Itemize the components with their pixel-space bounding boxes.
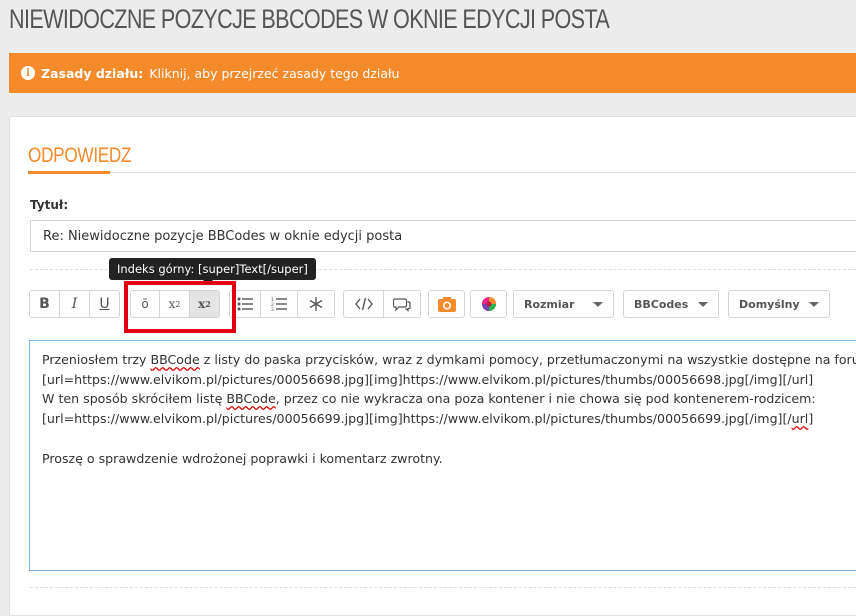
bold-label: B	[39, 296, 50, 312]
superscript-index: 2	[205, 299, 211, 309]
forum-rules-bar[interactable]: i Zasady działu: Kliknij, aby przejrzeć …	[9, 53, 856, 93]
superscript-label: x	[198, 297, 206, 311]
editor-line: Przeniosłem trzy BBCode z listy do paska…	[42, 350, 856, 370]
title-input[interactable]: Re: Niewidoczne pozycje BBCodes w oknie …	[30, 220, 856, 252]
page-title: NIEWIDOCZNE POZYCJE BBCODES W OKNIE EDYC…	[9, 4, 610, 34]
bold-button[interactable]: B	[29, 290, 60, 318]
title-input-value: Re: Niewidoczne pozycje BBCodes w oknie …	[43, 228, 403, 244]
editor-line: [url=https://www.elvikom.pl/pictures/000…	[42, 409, 856, 429]
bullet-list-icon	[237, 297, 253, 311]
quote-icon	[393, 297, 411, 312]
editor-text: z listy do paska przycisków, wraz z dymk…	[199, 352, 856, 367]
misspelled-word: url	[791, 411, 809, 427]
editor-line: W ten sposób skróciłem listę BBCode, prz…	[42, 389, 856, 409]
format-button-group: B I U	[29, 290, 120, 318]
code-icon	[354, 297, 373, 311]
overline-button[interactable]: ō	[130, 290, 160, 318]
superscript-tooltip: Indeks górny: [super]Text[/super]	[109, 258, 316, 285]
bullet-list-button[interactable]	[229, 290, 261, 318]
editor-blank-line	[42, 429, 856, 449]
underline-button[interactable]: U	[89, 290, 120, 318]
editor-line: Proszę o sprawdzenie wdrożonej poprawki …	[42, 450, 443, 466]
numbered-list-button[interactable]: 123	[260, 290, 298, 318]
misspelled-word: BBCode	[226, 391, 276, 407]
code-button[interactable]	[343, 290, 384, 318]
font-dropdown-label: Domyślny	[739, 297, 800, 311]
color-button-group	[470, 290, 507, 318]
heading-divider	[28, 172, 856, 173]
bbcodes-dropdown-label: BBCodes	[634, 297, 689, 311]
chevron-down-icon	[809, 302, 819, 307]
underline-label: U	[99, 296, 110, 312]
editor-line: [url=https://www.elvikom.pl/pictures/000…	[42, 371, 814, 387]
list-button-group: 123	[229, 290, 335, 318]
quote-button[interactable]	[383, 290, 421, 318]
editor-text: W ten sposób skróciłem listę	[42, 391, 227, 407]
rules-label: Zasady działu:	[41, 65, 144, 81]
numbered-list-icon: 123	[271, 297, 287, 311]
image-upload-button[interactable]	[428, 290, 465, 318]
message-editor[interactable]: Przeniosłem trzy BBCode z listy do paska…	[29, 340, 856, 571]
info-icon: i	[21, 66, 35, 80]
subscript-button[interactable]: x2	[159, 290, 190, 318]
editor-text: Przeniosłem trzy	[42, 352, 151, 367]
camera-icon	[437, 296, 456, 312]
index-button-group: ō x2 x2	[130, 290, 220, 318]
editor-text: , przez co nie wykracza ona poza kontene…	[275, 391, 816, 407]
asterisk-icon	[309, 297, 323, 311]
separator	[30, 587, 856, 588]
italic-button[interactable]: I	[59, 290, 90, 318]
color-button[interactable]	[470, 290, 507, 318]
overline-label: ō	[141, 297, 149, 311]
rules-link[interactable]: Kliknij, aby przejrzeć zasady tego dział…	[149, 66, 399, 81]
svg-text:3: 3	[271, 307, 274, 311]
misspelled-word: BBCode	[150, 352, 200, 367]
list-item-button[interactable]	[297, 290, 335, 318]
subscript-label: x	[168, 297, 176, 311]
reply-heading: ODPOWIEDZ	[28, 144, 132, 167]
editor-text: [url=https://www.elvikom.pl/pictures/000…	[42, 411, 792, 427]
title-label: Tytuł:	[30, 198, 69, 212]
color-palette-icon	[481, 297, 496, 311]
heading-accent-line	[28, 171, 110, 174]
image-button-group	[428, 290, 465, 318]
size-dropdown-label: Rozmiar	[524, 297, 575, 311]
font-dropdown[interactable]: Domyślny	[728, 290, 830, 318]
bbcodes-dropdown[interactable]: BBCodes	[623, 290, 719, 318]
chevron-down-icon	[698, 302, 708, 307]
subscript-index: 2	[175, 299, 181, 309]
size-dropdown[interactable]: Rozmiar	[513, 290, 614, 318]
superscript-button[interactable]: x2	[189, 290, 220, 318]
chevron-down-icon	[593, 302, 603, 307]
code-quote-group	[343, 290, 421, 318]
editor-text: ]	[808, 411, 814, 427]
italic-label: I	[71, 296, 78, 312]
